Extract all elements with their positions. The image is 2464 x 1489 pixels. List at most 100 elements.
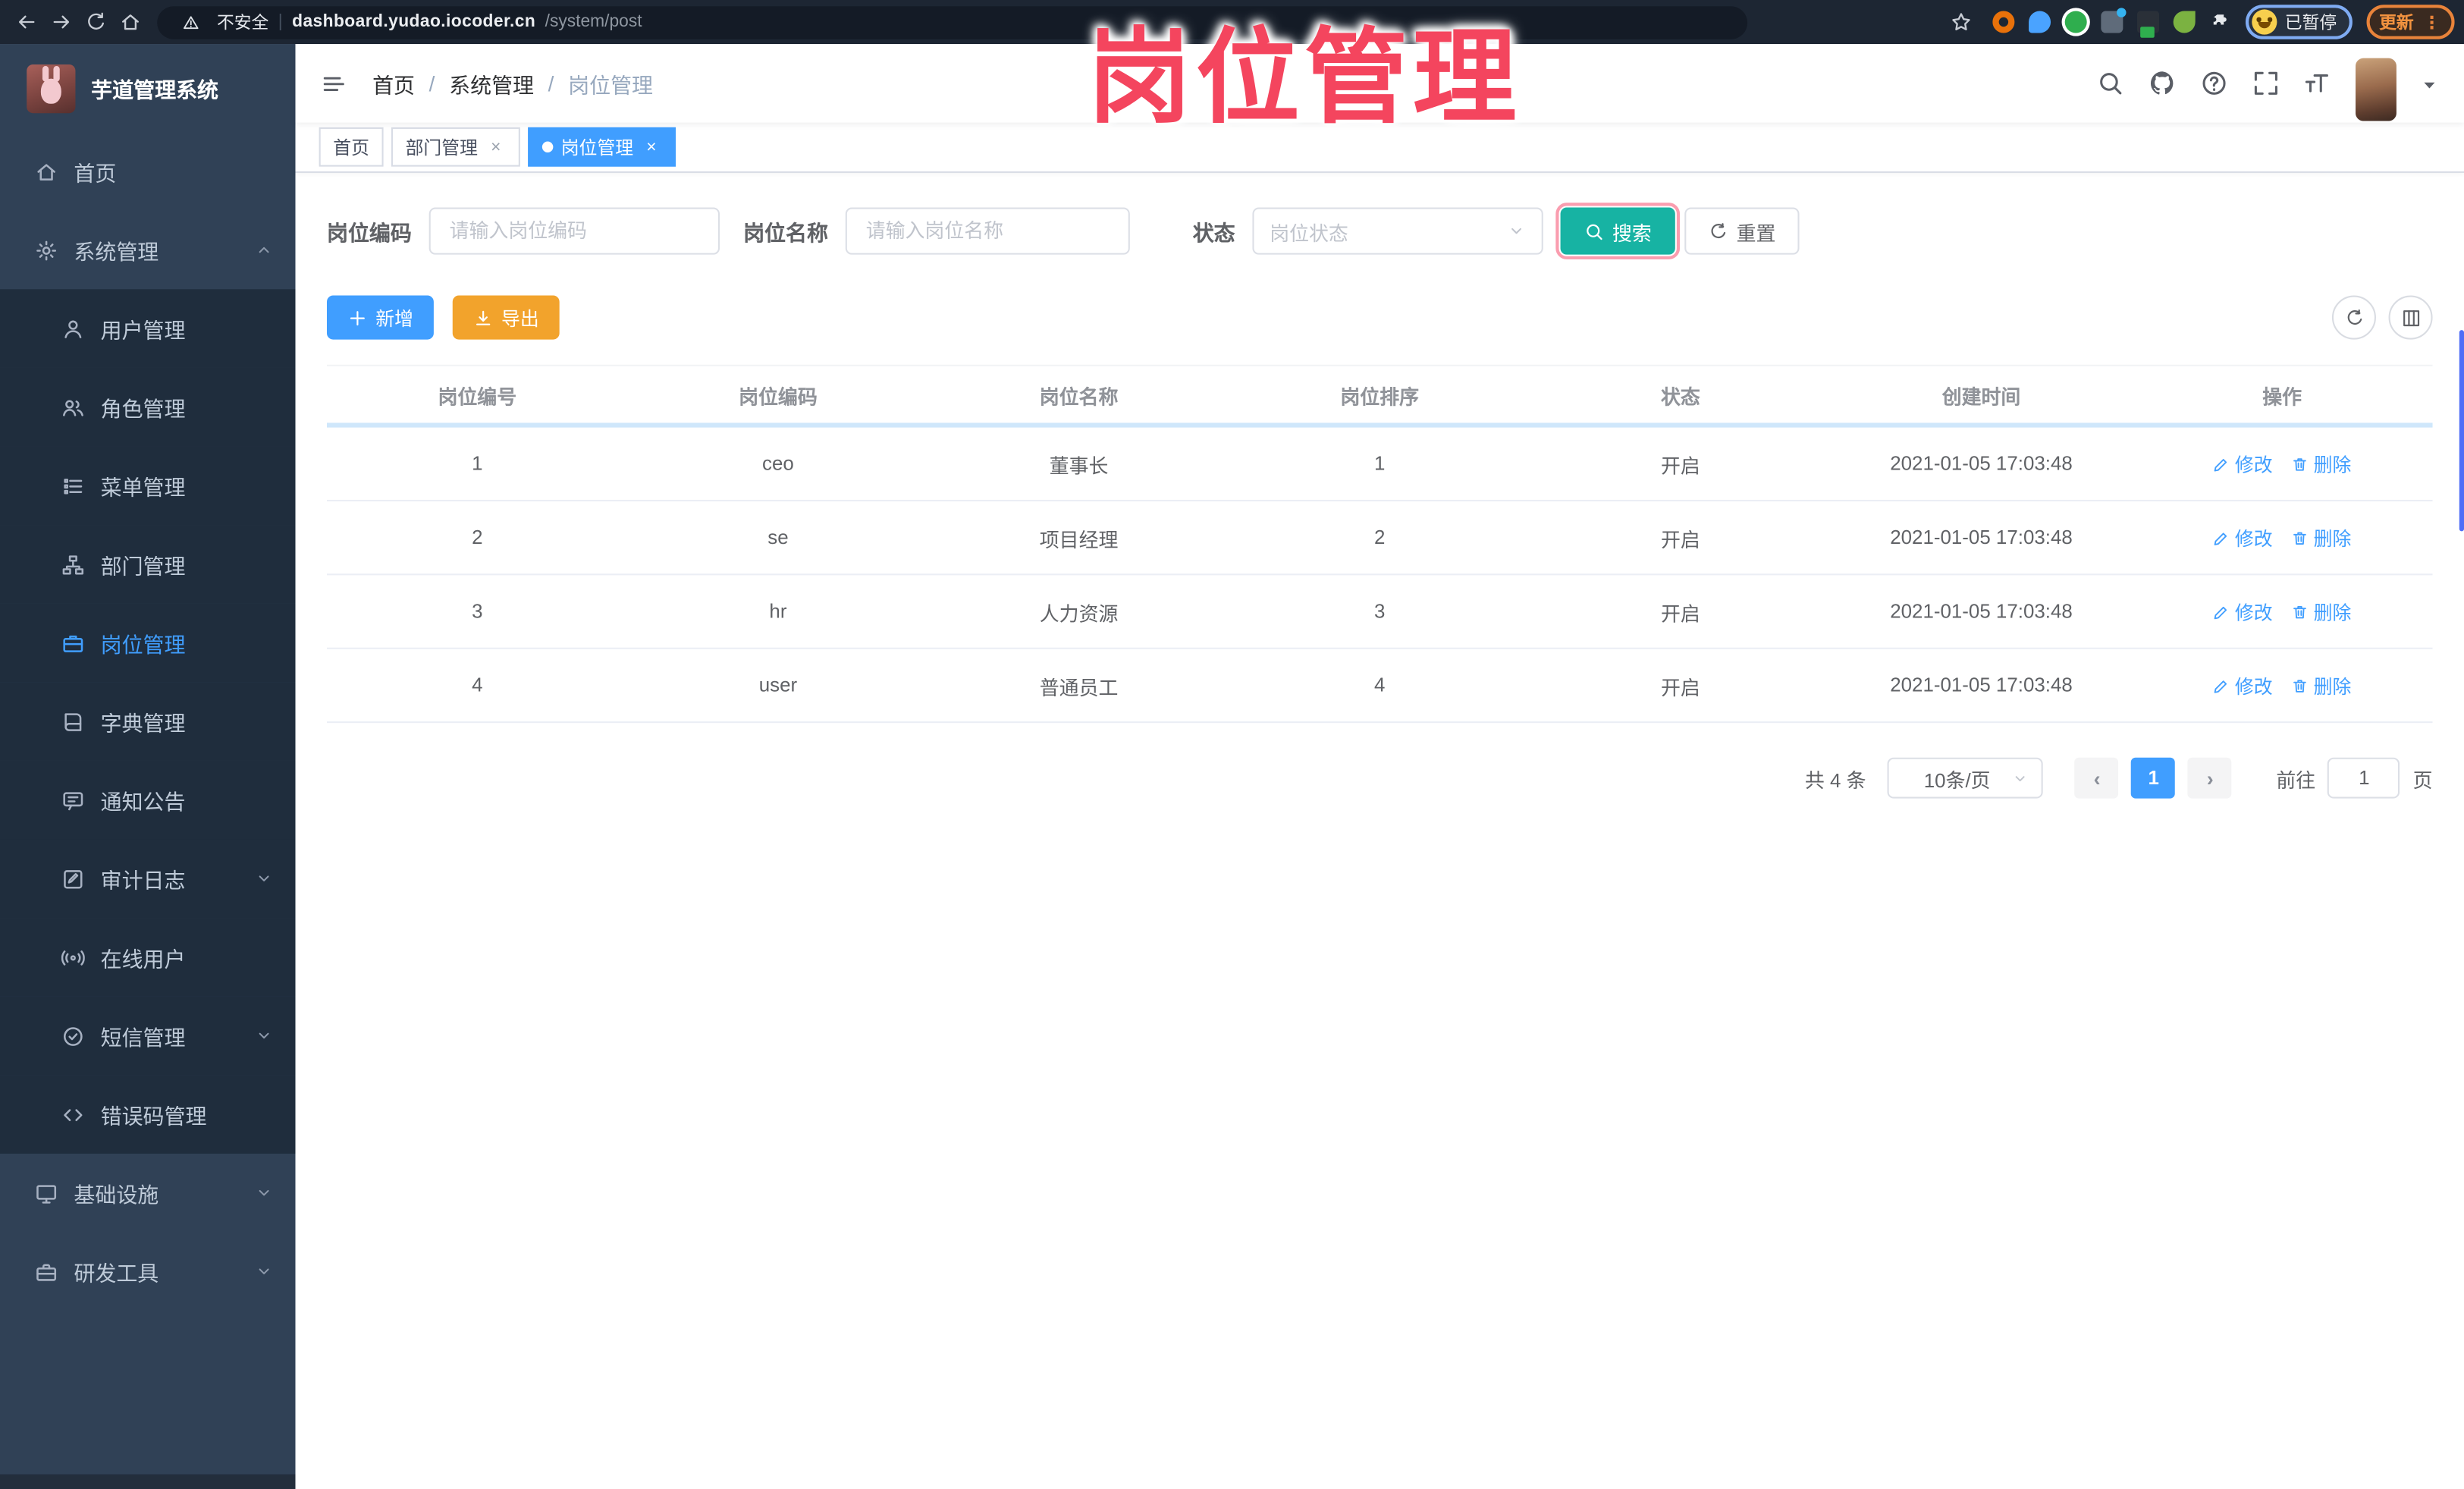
sidebar-item-dept-management[interactable]: 部门管理 (0, 525, 296, 604)
app-logo-row[interactable]: 芋道管理系统 (0, 44, 296, 132)
post-code-input[interactable] (428, 207, 720, 255)
browser-home-icon[interactable] (113, 5, 148, 39)
delete-link[interactable]: 删除 (2292, 672, 2351, 699)
script-extension-icon[interactable] (2137, 11, 2160, 38)
browser-menu-icon[interactable]: ⋮ (2423, 12, 2442, 33)
github-icon[interactable] (2149, 69, 2177, 97)
breadcrumb-home[interactable]: 首页 (372, 68, 415, 99)
add-button[interactable]: 新增 (326, 295, 434, 340)
table-header-row: 岗位编号 岗位编码 岗位名称 岗位排序 状态 创建时间 操作 (327, 366, 2433, 423)
breadcrumb-current: 岗位管理 (568, 74, 654, 98)
tab-post-management[interactable]: 岗位管理 × (528, 127, 676, 167)
reset-button[interactable]: 重置 (1684, 207, 1800, 255)
sidebar: 芋道管理系统 首页 系统管理 用户管理 角色管理 菜单管理 部门管理 岗位管理 … (0, 44, 296, 1489)
next-page-button[interactable]: › (2188, 757, 2233, 799)
breadcrumb-section[interactable]: 系统管理 (449, 68, 534, 99)
post-management-page: 岗位编码 岗位名称 状态 岗位状态 (296, 173, 2464, 1489)
tab-home[interactable]: 首页 (319, 127, 384, 167)
sidebar-item-online-users[interactable]: 在线用户 (0, 918, 296, 997)
column-settings-button[interactable] (2388, 295, 2433, 340)
browser-update-button[interactable]: 更新 ⋮ (2366, 5, 2455, 39)
chevron-down-icon (255, 1183, 274, 1202)
trash-icon (2292, 529, 2309, 546)
export-button[interactable]: 导出 (452, 295, 560, 340)
search-icon[interactable] (2096, 69, 2124, 97)
sidebar-bottom-strip (0, 1473, 296, 1489)
prev-page-button[interactable]: ‹ (2075, 757, 2120, 799)
post-name-input[interactable] (845, 207, 1130, 255)
users-icon (61, 395, 85, 419)
refresh-table-button[interactable] (2331, 295, 2376, 340)
sidebar-item-user-management[interactable]: 用户管理 (0, 289, 296, 368)
browser-back-icon[interactable] (9, 5, 44, 39)
sidebar-item-role-management[interactable]: 角色管理 (0, 367, 296, 447)
sidebar-item-error-code[interactable]: 错误码管理 (0, 1075, 296, 1154)
pencil-icon (2213, 455, 2230, 473)
chevron-down-icon (255, 869, 274, 888)
navbar-actions (2096, 46, 2439, 121)
plus-icon (347, 307, 368, 328)
sidebar-item-notice[interactable]: 通知公告 (0, 760, 296, 840)
sidebar-item-system-management[interactable]: 系统管理 (0, 211, 296, 290)
code-icon (61, 1103, 85, 1126)
breadcrumb: 首页 / 系统管理 / 岗位管理 (372, 68, 653, 99)
help-icon[interactable] (2200, 69, 2228, 97)
tune-extension-icon[interactable] (2101, 8, 2127, 33)
leaf-extension-icon[interactable] (2173, 11, 2196, 33)
search-icon (1584, 221, 1605, 241)
sidebar-item-audit-log[interactable]: 审计日志 (0, 839, 296, 919)
check-extension-icon[interactable] (2064, 11, 2087, 33)
broadcast-icon (61, 945, 85, 969)
edit-link[interactable]: 修改 (2213, 451, 2273, 477)
status-value: 开启 (1660, 677, 1700, 699)
close-icon[interactable]: × (485, 137, 506, 157)
close-icon[interactable]: × (641, 137, 661, 157)
sidebar-item-infrastructure[interactable]: 基础设施 (0, 1154, 296, 1233)
hamburger-icon[interactable] (321, 70, 347, 96)
sidebar-item-home[interactable]: 首页 (0, 132, 296, 211)
security-label[interactable]: 不安全 (217, 9, 268, 34)
extension-icon[interactable] (1992, 11, 2015, 33)
browser-reload-icon[interactable] (79, 5, 114, 39)
edit-link[interactable]: 修改 (2213, 598, 2273, 624)
font-size-icon[interactable] (2304, 69, 2332, 97)
delete-link[interactable]: 删除 (2292, 524, 2351, 551)
bookmark-star-icon[interactable] (1944, 5, 1979, 39)
table-row[interactable]: 1 ceo 董事长 1 开启 2021-01-05 17:03:48 修改 删除 (326, 428, 2433, 501)
sidebar-item-menu-management[interactable]: 菜单管理 (0, 446, 296, 526)
edit-link[interactable]: 修改 (2213, 524, 2273, 551)
table-row[interactable]: 3 hr 人力资源 3 开启 2021-01-05 17:03:48 修改 删除 (326, 575, 2433, 649)
column-header-name: 岗位名称 (1039, 385, 1119, 408)
edit-link[interactable]: 修改 (2213, 672, 2273, 699)
monitor-icon (35, 1181, 58, 1205)
browser-profile-chip[interactable]: 已暂停 (2245, 5, 2353, 39)
user-avatar[interactable] (2356, 58, 2397, 121)
goto-page-input[interactable] (2327, 757, 2401, 799)
trash-icon (2292, 455, 2309, 473)
status-select[interactable]: 岗位状态 (1252, 207, 1543, 255)
delete-link[interactable]: 删除 (2292, 598, 2351, 624)
pagination: 共 4 条 10条/页 ‹ 1 › 前往 页 (327, 757, 2433, 799)
sidebar-item-post-management[interactable]: 岗位管理 (0, 603, 296, 683)
browser-actions: 已暂停 更新 ⋮ (1944, 5, 2455, 39)
sidebar-item-dict-management[interactable]: 字典管理 (0, 682, 296, 761)
delete-link[interactable]: 删除 (2292, 451, 2351, 477)
url-host: dashboard.yudao.iocoder.cn (292, 12, 536, 32)
browser-forward-icon[interactable] (44, 5, 79, 39)
sidebar-item-dev-tools[interactable]: 研发工具 (0, 1233, 296, 1312)
extensions-puzzle-icon[interactable] (2209, 11, 2231, 33)
page-size-select[interactable]: 10条/页 (1888, 757, 2044, 799)
table-row[interactable]: 2 se 项目经理 2 开启 2021-01-05 17:03:48 修改 删除 (326, 501, 2433, 576)
fullscreen-icon[interactable] (2252, 69, 2280, 97)
caret-down-icon[interactable] (2420, 74, 2439, 93)
page-scrollbar[interactable] (2458, 330, 2464, 532)
sidebar-menu: 首页 系统管理 用户管理 角色管理 菜单管理 部门管理 岗位管理 字典管理 通知… (0, 132, 296, 1311)
tab-dept-management[interactable]: 部门管理 × (391, 127, 520, 167)
location-pin-extension-icon[interactable] (2029, 11, 2051, 33)
column-header-created: 创建时间 (1941, 385, 2021, 408)
search-button[interactable]: 搜索 (1555, 203, 1681, 259)
page-number-active[interactable]: 1 (2131, 757, 2176, 799)
table-row[interactable]: 4 user 普通员工 4 开启 2021-01-05 17:03:48 修改 … (326, 649, 2433, 724)
home-icon (35, 159, 58, 183)
sidebar-item-sms-management[interactable]: 短信管理 (0, 996, 296, 1076)
